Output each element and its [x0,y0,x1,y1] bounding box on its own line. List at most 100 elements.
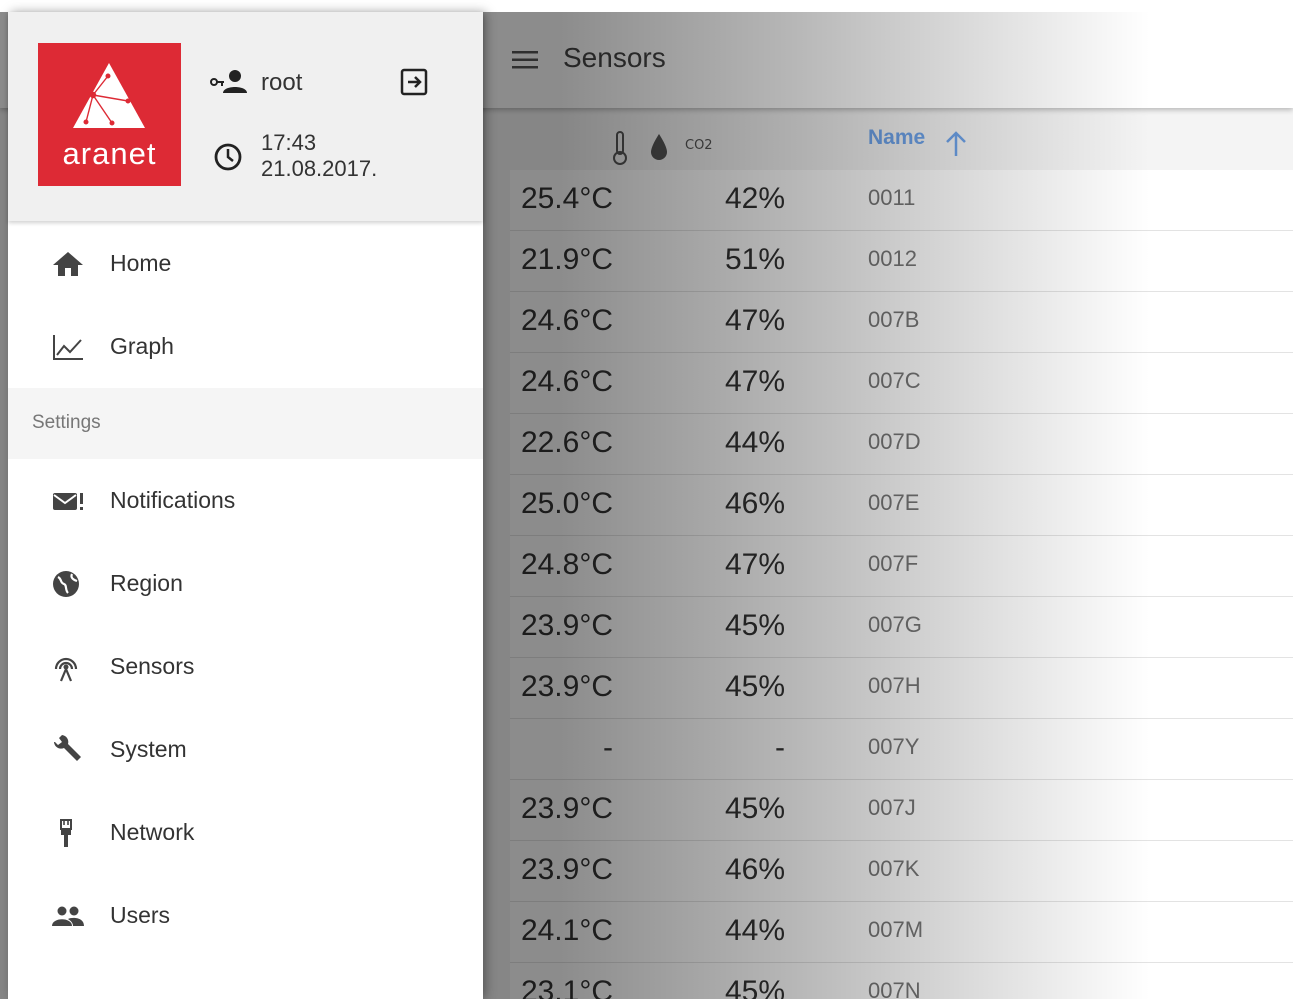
navigation-drawer: aranet root 17:43 21.08.2017. Home Graph… [8,12,483,999]
temperature-value: 25.4°C [520,182,613,215]
nav-item-graph[interactable]: Graph [8,311,483,381]
table-row[interactable]: 22.6°C 44% 007D [510,414,1293,475]
sensor-name: 007G [868,612,922,637]
sensor-name: 007C [868,368,921,393]
humidity-value: 42% [724,182,785,215]
table-row[interactable]: 24.1°C 44% 007M [510,902,1293,963]
nav-item-home[interactable]: Home [8,228,483,298]
humidity-value: 45% [724,975,785,999]
humidity-value: 45% [724,792,785,825]
thermometer-icon [613,131,627,165]
logout-button[interactable] [398,66,430,98]
sort-ascending-icon[interactable] [944,130,968,158]
nav-label: Notifications [110,487,236,513]
table-row[interactable]: 23.1°C 45% 007N [510,963,1293,999]
table-row[interactable]: 24.6°C 47% 007B [510,292,1293,353]
temperature-value: 23.9°C [520,853,613,886]
table-row[interactable]: 23.9°C 45% 007J [510,780,1293,841]
table-row[interactable]: 23.9°C 46% 007K [510,841,1293,902]
temperature-value: 23.9°C [520,670,613,703]
sensor-name: 007M [868,917,924,942]
nav-label: Graph [110,333,174,359]
nav-item-users[interactable]: Users [8,880,483,950]
nav-item-notifications[interactable]: Notifications [8,465,483,535]
humidity-value: 46% [724,853,785,886]
table-row[interactable]: 24.6°C 47% 007C [510,353,1293,414]
aranet-logo: aranet [38,43,181,186]
sensor-name: 007J [868,795,916,820]
graph-icon [53,335,83,360]
temperature-value: 24.8°C [520,548,613,581]
nav-label: Region [110,570,183,596]
temperature-value: 25.0°C [520,487,613,520]
table-row[interactable]: 24.8°C 47% 007F [510,536,1293,597]
table-row[interactable]: - - 007Y [510,719,1293,780]
humidity-value: - [775,731,785,764]
temperature-value: 23.1°C [520,975,613,999]
humidity-value: 44% [724,426,785,459]
drawer-header: aranet root 17:43 21.08.2017. [8,12,483,221]
temperature-value: - [603,731,613,764]
humidity-value: 44% [724,914,785,947]
ethernet-plug-icon [60,819,72,847]
humidity-value: 47% [724,304,785,337]
humidity-value: 51% [724,243,785,276]
temperature-value: 21.9°C [520,243,613,276]
nav-label: Home [110,250,172,276]
co2-header: CO2 [685,138,713,153]
temperature-value: 24.1°C [520,914,613,947]
globe-icon [53,571,79,597]
current-date: 21.08.2017. [261,156,378,181]
temperature-value: 23.9°C [520,792,613,825]
table-row[interactable]: 23.9°C 45% 007H [510,658,1293,719]
sensor-name: 007E [868,490,920,515]
humidity-value: 47% [724,365,785,398]
users-icon [52,906,84,926]
humidity-value: 46% [724,487,785,520]
settings-section-header: Settings [8,388,483,459]
humidity-value: 47% [724,548,785,581]
menu-button[interactable] [510,48,540,72]
wrench-icon [54,735,81,761]
logo-mark-icon [73,63,145,128]
antenna-icon [54,657,78,682]
sensor-name: 007Y [868,734,920,759]
page-title: Sensors [563,42,666,73]
table-row[interactable]: 25.4°C 42% 0011 [510,170,1293,231]
nav-item-region[interactable]: Region [8,548,483,618]
clock-icon [214,143,242,171]
table-row[interactable]: 21.9°C 51% 0012 [510,231,1293,292]
nav-label: Network [110,819,195,845]
nav-item-sensors[interactable]: Sensors [8,631,483,701]
sensor-name: 007N [868,978,921,999]
sensor-name: 0011 [868,185,916,210]
settings-label: Settings [32,412,101,433]
user-key-icon [210,70,247,93]
table-row[interactable]: 23.9°C 45% 007G [510,597,1293,658]
nav-label: Sensors [110,653,195,679]
logout-icon [400,68,428,96]
sensor-name: 0012 [868,246,917,271]
nav-label: Users [110,902,171,928]
home-icon [53,252,83,276]
temperature-value: 22.6°C [520,426,613,459]
date-time: 17:43 21.08.2017. [261,130,377,182]
temperature-value: 24.6°C [520,365,613,398]
temperature-value: 24.6°C [520,304,613,337]
table-row[interactable]: 25.0°C 46% 007E [510,475,1293,536]
nav-label: System [110,736,187,762]
sensor-name: 007K [868,856,920,881]
logo-text: aranet [62,136,157,171]
nav-item-system[interactable]: System [8,714,483,784]
sensor-name: 007B [868,307,920,332]
sensor-name: 007F [868,551,919,576]
temperature-value: 23.9°C [520,609,613,642]
sensor-table: 25.4°C 42% 0011 21.9°C 51% 0012 24.6°C 4… [510,170,1293,999]
nav-item-network[interactable]: Network [8,797,483,867]
humidity-drop-icon [651,134,667,160]
humidity-value: 45% [724,609,785,642]
humidity-value: 45% [724,670,785,703]
sensor-name: 007D [868,429,921,454]
name-column-header[interactable]: Name [868,126,925,150]
username: root [261,69,303,96]
